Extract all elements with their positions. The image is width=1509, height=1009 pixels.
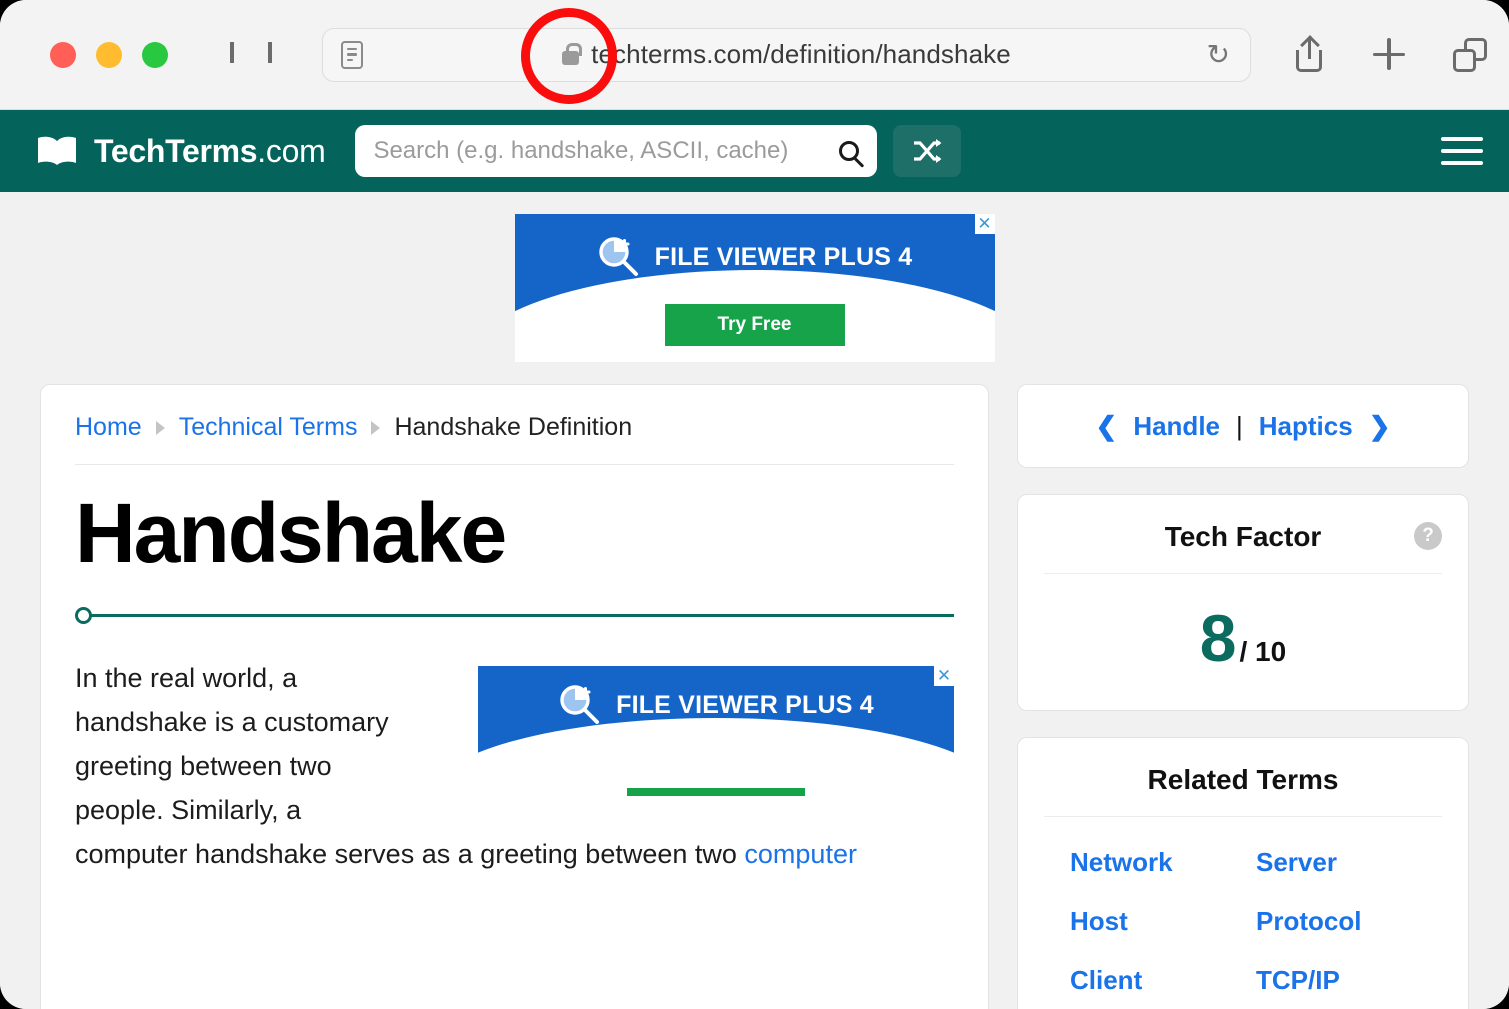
site-logo[interactable]: TechTerms.com bbox=[36, 133, 325, 170]
related-terms-card: Related Terms Network Server Host Protoc… bbox=[1017, 737, 1469, 1009]
new-tab-icon[interactable] bbox=[1373, 38, 1407, 72]
prev-arrow-icon[interactable]: ❮ bbox=[1096, 411, 1118, 442]
top-banner-ad[interactable]: FILE VIEWER PLUS 4 Try Free ✕ bbox=[515, 214, 995, 362]
article-card: Home Technical Terms Handshake Definitio… bbox=[40, 384, 989, 1009]
search-icon[interactable] bbox=[839, 141, 859, 161]
article-body-wrapper: FILE VIEWER PLUS 4 Try Free ✕ In the rea… bbox=[75, 656, 954, 876]
navigation-buttons bbox=[230, 46, 272, 64]
browser-window: techterms.com/definition/handshake ↻ Te bbox=[0, 0, 1509, 1009]
related-term-link[interactable]: Network bbox=[1070, 847, 1256, 878]
prev-next-separator: | bbox=[1236, 411, 1243, 442]
hamburger-icon[interactable] bbox=[1441, 137, 1483, 165]
maximize-window-button[interactable] bbox=[142, 42, 168, 68]
ad-close-icon[interactable]: ✕ bbox=[934, 666, 954, 686]
related-term-link[interactable]: Server bbox=[1256, 847, 1442, 878]
prev-next-navigation: ❮ Handle | Haptics ❯ bbox=[1018, 385, 1468, 467]
ad-headline: FILE VIEWER PLUS 4 bbox=[515, 214, 995, 278]
related-term-link[interactable]: Protocol bbox=[1256, 906, 1442, 937]
tech-factor-score: 8/ 10 bbox=[1018, 574, 1468, 710]
article-body-link[interactable]: computer bbox=[744, 839, 857, 869]
window-traffic-lights bbox=[50, 42, 168, 68]
search-input[interactable] bbox=[373, 137, 833, 165]
magnifier-plus-icon bbox=[558, 684, 600, 726]
open-book-icon bbox=[36, 134, 78, 168]
ad-curve-decoration bbox=[478, 718, 954, 796]
ad-close-icon[interactable]: ✕ bbox=[975, 214, 995, 234]
breadcrumb-category[interactable]: Technical Terms bbox=[179, 413, 358, 442]
breadcrumb-separator-icon bbox=[156, 421, 165, 435]
breadcrumb: Home Technical Terms Handshake Definitio… bbox=[75, 413, 954, 465]
ad-try-free-button[interactable]: Try Free bbox=[665, 304, 845, 346]
reader-view-icon[interactable] bbox=[341, 41, 363, 69]
breadcrumb-home[interactable]: Home bbox=[75, 413, 142, 442]
lock-icon bbox=[562, 51, 579, 65]
minimize-window-button[interactable] bbox=[96, 42, 122, 68]
help-icon[interactable]: ? bbox=[1414, 522, 1442, 550]
page-content: FILE VIEWER PLUS 4 Try Free ✕ Home Techn… bbox=[0, 192, 1509, 1009]
site-header: TechTerms.com bbox=[0, 110, 1509, 192]
prev-term-link[interactable]: Handle bbox=[1133, 411, 1220, 442]
address-bar[interactable]: techterms.com/definition/handshake ↻ bbox=[322, 28, 1251, 82]
browser-tool-buttons bbox=[1293, 38, 1487, 72]
search-box[interactable] bbox=[355, 125, 877, 177]
related-terms-list: Network Server Host Protocol Client TCP/… bbox=[1018, 817, 1468, 1000]
related-terms-heading: Related Terms bbox=[1044, 738, 1442, 817]
next-term-link[interactable]: Haptics bbox=[1259, 411, 1353, 442]
prev-next-card: ❮ Handle | Haptics ❯ bbox=[1017, 384, 1469, 468]
ad-try-free-button[interactable]: Try Free bbox=[627, 788, 805, 796]
brand-name: TechTerms.com bbox=[94, 133, 325, 170]
tech-factor-title: Tech Factor bbox=[1165, 521, 1322, 552]
inline-ad[interactable]: FILE VIEWER PLUS 4 Try Free ✕ bbox=[478, 666, 954, 796]
inline-ad-shell: FILE VIEWER PLUS 4 Try Free ✕ bbox=[448, 661, 954, 810]
share-icon[interactable] bbox=[1293, 38, 1327, 72]
shuffle-icon[interactable] bbox=[893, 125, 961, 177]
page-title: Handshake bbox=[75, 489, 954, 577]
ad-title: FILE VIEWER PLUS 4 bbox=[655, 243, 913, 272]
forward-button[interactable] bbox=[268, 46, 272, 64]
related-term-link[interactable]: Host bbox=[1070, 906, 1256, 937]
reload-icon[interactable]: ↻ bbox=[1207, 41, 1230, 69]
back-button[interactable] bbox=[230, 46, 234, 64]
ad-title: FILE VIEWER PLUS 4 bbox=[616, 691, 874, 720]
close-window-button[interactable] bbox=[50, 42, 76, 68]
related-term-link[interactable]: Client bbox=[1070, 965, 1256, 996]
tech-factor-card: Tech Factor ? 8/ 10 bbox=[1017, 494, 1469, 711]
tech-factor-heading: Tech Factor ? bbox=[1044, 495, 1442, 574]
tab-overview-icon[interactable] bbox=[1453, 38, 1487, 72]
magnifier-plus-icon bbox=[597, 236, 639, 278]
ad-headline: FILE VIEWER PLUS 4 bbox=[478, 666, 954, 726]
sidebar: ❮ Handle | Haptics ❯ Tech Factor ? 8/ 10 bbox=[1017, 384, 1469, 1009]
title-underline-rule bbox=[75, 607, 954, 624]
url-text: techterms.com/definition/handshake bbox=[591, 39, 1011, 70]
content-grid: Home Technical Terms Handshake Definitio… bbox=[40, 384, 1469, 1009]
tech-factor-number: 8 bbox=[1200, 601, 1236, 675]
related-term-link[interactable]: TCP/IP bbox=[1256, 965, 1442, 996]
next-arrow-icon[interactable]: ❯ bbox=[1369, 411, 1391, 442]
breadcrumb-current: Handshake Definition bbox=[394, 413, 632, 442]
browser-toolbar: techterms.com/definition/handshake ↻ bbox=[0, 0, 1509, 110]
breadcrumb-separator-icon bbox=[371, 421, 380, 435]
related-terms-title: Related Terms bbox=[1148, 764, 1339, 795]
tech-factor-denominator: / 10 bbox=[1240, 636, 1287, 667]
